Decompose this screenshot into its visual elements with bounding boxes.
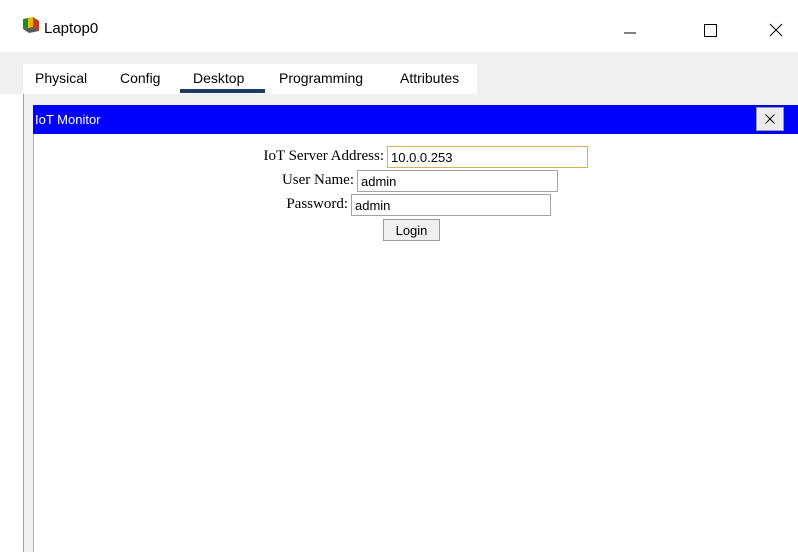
tab-config[interactable]: Config [120,70,160,86]
tab-attributes[interactable]: Attributes [400,70,459,86]
server-address-input[interactable] [387,146,588,168]
tab-programming[interactable]: Programming [279,70,363,86]
iot-monitor-title: IoT Monitor [35,112,101,127]
window-title: Laptop0 [44,20,99,37]
iot-monitor-close-button[interactable] [756,107,784,131]
laptop-device-icon [23,17,39,33]
close-icon[interactable] [753,8,798,48]
iot-monitor-header: IoT Monitor [33,105,798,134]
tab-desktop[interactable]: Desktop [193,70,244,86]
close-icon [765,114,775,124]
maximize-icon[interactable] [687,8,733,48]
tab-physical[interactable]: Physical [35,70,87,86]
username-label: User Name: [281,172,354,188]
password-label: Password: [286,196,348,212]
server-address-label: IoT Server Address: [263,148,384,164]
minimize-icon[interactable] [606,8,652,48]
username-input[interactable] [357,170,558,192]
window-titlebar: Laptop0 [0,0,798,52]
active-tab-indicator [180,89,265,93]
tab-bar: Physical Config Desktop Programming Attr… [0,52,798,94]
login-button[interactable]: Login [383,219,440,241]
password-input[interactable] [351,194,551,216]
